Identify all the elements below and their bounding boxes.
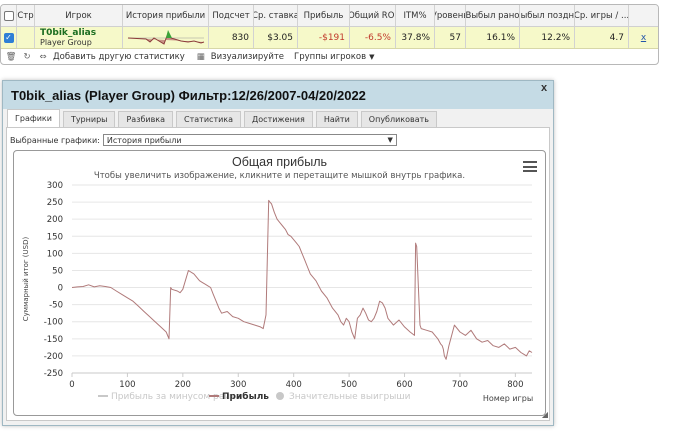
- col-header-avg-stake[interactable]: Ср. ставка: [254, 5, 298, 26]
- graph-select[interactable]: История прибыли ▼: [102, 134, 397, 146]
- y-tick-label: -50: [49, 301, 63, 311]
- y-axis-label: Суммарный итог (USD): [22, 237, 30, 322]
- col-header-profit[interactable]: Прибыль: [298, 5, 350, 26]
- level-cell: 57: [435, 27, 466, 48]
- chevron-down-icon: ▼: [369, 53, 375, 61]
- dialog-title: T0bik_alias (Player Group) Фильтр:12/26/…: [11, 87, 366, 103]
- sparkline-chart: [127, 29, 204, 45]
- sparkline-positive: [165, 29, 172, 38]
- player-name[interactable]: T0bik_alias: [40, 28, 96, 38]
- y-tick-label: 50: [52, 266, 63, 276]
- col-header-early-exit[interactable]: Выбыл рано: [466, 5, 520, 26]
- resize-grip-icon[interactable]: ◢: [542, 410, 548, 419]
- tab-achievements[interactable]: Достижения: [244, 111, 313, 127]
- avg-games-cell: 4.7: [575, 27, 629, 48]
- late-exit-cell: 12.2%: [520, 27, 575, 48]
- add-stats-button[interactable]: ⇔ Добавить другую статистику: [37, 52, 185, 62]
- player-groups-dropdown[interactable]: Группы игроков ▼: [294, 52, 374, 62]
- x-tick-label: 100: [119, 380, 135, 390]
- y-tick-label: 0: [58, 284, 63, 294]
- row-page-cell: [17, 27, 35, 48]
- y-tick-label: 300: [47, 181, 63, 191]
- x-tick-label: 600: [396, 380, 412, 390]
- itm-cell: 37.8%: [396, 27, 435, 48]
- trash-icon[interactable]: 🗑: [5, 52, 17, 62]
- tab-tournaments[interactable]: Турниры: [62, 111, 116, 127]
- col-header-remove: [629, 5, 658, 26]
- add-stats-label: Добавить другую статистику: [53, 52, 185, 62]
- row-checkbox[interactable]: ✓: [3, 32, 14, 43]
- x-tick-label: 800: [507, 380, 523, 390]
- profit-chart[interactable]: Общая прибыль Чтобы увеличить изображени…: [13, 150, 546, 416]
- x-axis-label: Номер игры: [483, 394, 533, 403]
- col-header-count[interactable]: Подсчет: [209, 5, 254, 26]
- y-tick-label: 150: [47, 232, 63, 242]
- chart-plot[interactable]: 300250200150100500-50-100-150-200-2500 10…: [14, 151, 546, 416]
- avg-stake-cell: $3.05: [254, 27, 298, 48]
- profit-history-sparkline: [123, 27, 209, 48]
- col-header-roi[interactable]: Общий ROI: [350, 5, 396, 26]
- graph-select-value: История прибыли: [106, 135, 182, 145]
- col-header-profit-history[interactable]: История прибыли: [123, 5, 209, 26]
- y-tick-label: -200: [44, 352, 63, 362]
- player-groups-label: Группы игроков: [294, 52, 367, 62]
- visualize-button[interactable]: ▦ Визуализируйте: [195, 52, 284, 62]
- col-header-level[interactable]: Уровень: [435, 5, 466, 26]
- player-cell[interactable]: T0bik_alias Player Group: [35, 27, 123, 48]
- tab-publish[interactable]: Опубликовать: [360, 111, 438, 127]
- sparkline-negative: [127, 31, 204, 45]
- add-columns-icon: ⇔: [39, 52, 47, 62]
- dialog-tabs: Графики Турниры Разбивка Статистика Дост…: [3, 109, 553, 127]
- image-icon: ▦: [196, 52, 205, 62]
- remove-row-link[interactable]: x: [629, 27, 658, 48]
- select-all-checkbox[interactable]: [3, 10, 14, 21]
- roi-cell: -6.5%: [350, 27, 396, 48]
- legend-item-label: Значительные выигрыши: [289, 392, 411, 402]
- player-group: Player Group: [40, 37, 92, 47]
- chevron-down-icon: ▼: [387, 136, 393, 144]
- x-tick-label: 300: [230, 380, 246, 390]
- early-exit-cell: 16.1%: [466, 27, 520, 48]
- tab-find[interactable]: Найти: [315, 111, 358, 127]
- visualize-label: Визуализируйте: [210, 52, 285, 62]
- tab-graphs[interactable]: Графики: [7, 109, 60, 127]
- y-tick-label: -150: [44, 335, 63, 345]
- y-tick-label: -100: [44, 318, 63, 328]
- graph-selector-row: Выбранные графики: История прибыли ▼: [7, 132, 549, 148]
- refresh-icon[interactable]: ↻: [21, 52, 33, 62]
- grid-header-row: Стр Игрок История прибыли Подсчет Ср. ст…: [1, 5, 658, 27]
- x-tick-label: 500: [341, 380, 357, 390]
- row-checkbox-cell[interactable]: ✓: [1, 27, 17, 48]
- select-all-checkbox-cell[interactable]: [1, 5, 17, 26]
- selected-graphs-label: Выбранные графики:: [10, 135, 100, 145]
- close-icon[interactable]: x: [539, 83, 549, 94]
- x-tick-label: 0: [69, 380, 74, 390]
- x-tick-label: 400: [286, 380, 302, 390]
- player-details-dialog: T0bik_alias (Player Group) Фильтр:12/26/…: [2, 80, 554, 426]
- table-row[interactable]: ✓ T0bik_alias Player Group 830 $3.05 -$1…: [1, 27, 658, 49]
- col-header-player[interactable]: Игрок: [35, 5, 123, 26]
- legend-marker-significant-wins: [276, 392, 284, 400]
- count-cell: 830: [209, 27, 254, 48]
- legend-item-label: Прибыль: [222, 391, 269, 402]
- y-tick-label: 250: [47, 198, 63, 208]
- y-tick-label: -250: [44, 369, 63, 379]
- player-stats-grid: Стр Игрок История прибыли Подсчет Ср. ст…: [0, 4, 659, 65]
- col-header-avg-games[interactable]: Ср. игры / ...: [575, 5, 629, 26]
- dialog-title-bar[interactable]: T0bik_alias (Player Group) Фильтр:12/26/…: [3, 81, 553, 109]
- x-tick-label: 200: [175, 380, 191, 390]
- graphs-tab-panel: Выбранные графики: История прибыли ▼ Общ…: [6, 127, 550, 421]
- col-header-late-exit[interactable]: Выбыл поздно: [520, 5, 575, 26]
- grid-toolbar: 🗑 ↻ ⇔ Добавить другую статистику ▦ Визуали…: [1, 49, 658, 64]
- y-tick-label: 100: [47, 249, 63, 259]
- profit-cell: -$191: [298, 27, 350, 48]
- tab-statistics[interactable]: Статистика: [176, 111, 242, 127]
- series-line-profit: [71, 199, 533, 360]
- y-tick-label: 200: [47, 215, 63, 225]
- col-header-itm[interactable]: ITM%: [396, 5, 435, 26]
- x-tick-label: 700: [452, 380, 468, 390]
- tab-breakdown[interactable]: Разбивка: [118, 111, 174, 127]
- col-header-page[interactable]: Стр: [17, 5, 35, 26]
